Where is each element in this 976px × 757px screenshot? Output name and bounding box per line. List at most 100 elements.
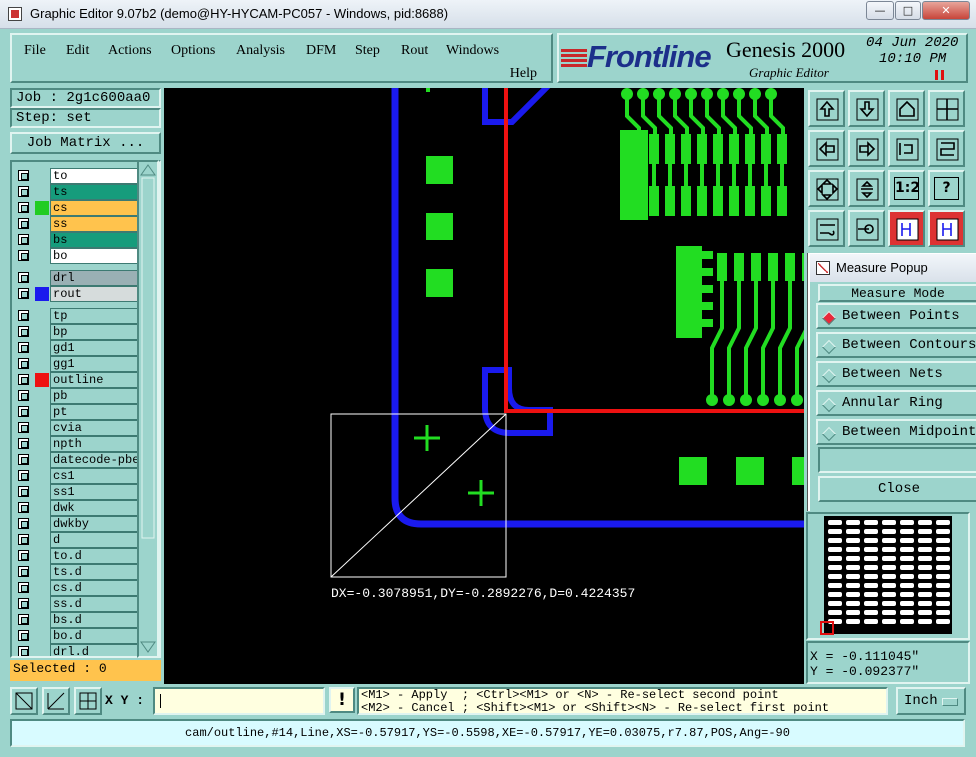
layer-row[interactable]: pt (16, 404, 143, 420)
home-icon[interactable] (888, 90, 925, 127)
layer-row[interactable]: dwkby (16, 516, 143, 532)
zoom-in-icon[interactable] (808, 90, 845, 127)
layer-checkbox[interactable] (18, 374, 29, 385)
layer-checkbox[interactable] (18, 234, 29, 245)
menu-rout[interactable]: Rout (401, 43, 428, 59)
probe-icon[interactable] (848, 210, 885, 247)
layer-row[interactable]: gg1 (16, 356, 143, 372)
layer-color-swatch[interactable] (35, 325, 49, 339)
zoom-center-icon[interactable] (848, 170, 885, 207)
layer-checkbox[interactable] (18, 250, 29, 261)
layer-row[interactable]: cs1 (16, 468, 143, 484)
job-matrix-button[interactable]: Job Matrix ... (10, 132, 161, 154)
select-area-icon[interactable] (10, 687, 38, 715)
layer-checkbox[interactable] (18, 630, 29, 641)
layer-row[interactable]: cvia (16, 420, 143, 436)
layer-checkbox[interactable] (18, 438, 29, 449)
layer-checkbox[interactable] (18, 358, 29, 369)
layer-checkbox[interactable] (18, 550, 29, 561)
minimize-button[interactable]: — (866, 1, 894, 20)
layer-row[interactable]: ss (16, 216, 143, 232)
layer-checkbox[interactable] (18, 310, 29, 321)
menu-step[interactable]: Step (355, 43, 380, 59)
layer-row[interactable]: cs (16, 200, 143, 216)
layer-checkbox[interactable] (18, 566, 29, 577)
flip-icon[interactable] (888, 130, 925, 167)
layer-color-swatch[interactable] (35, 287, 49, 301)
measure-popup-titlebar[interactable]: Measure Popup (810, 254, 976, 282)
layer-row[interactable]: ts (16, 184, 143, 200)
layer-row[interactable]: datecode-pbe (16, 452, 143, 468)
measure-option[interactable]: Annular Ring (816, 390, 976, 416)
layer-checkbox[interactable] (18, 486, 29, 497)
layer-checkbox[interactable] (18, 598, 29, 609)
menu-edit[interactable]: Edit (66, 43, 89, 59)
net-icon-1[interactable] (888, 210, 925, 247)
layer-color-swatch[interactable] (35, 233, 49, 247)
layer-row[interactable]: pb (16, 388, 143, 404)
menu-actions[interactable]: Actions (108, 43, 152, 59)
xy-input[interactable] (153, 687, 325, 715)
measure-option[interactable]: Between Midpoints (816, 419, 976, 445)
layer-row[interactable]: dwk (16, 500, 143, 516)
layer-color-swatch[interactable] (35, 629, 49, 643)
layer-checkbox[interactable] (18, 454, 29, 465)
layer-row[interactable]: bp (16, 324, 143, 340)
measure-option[interactable]: Between Nets (816, 361, 976, 387)
layer-list-scrollbar[interactable] (137, 160, 159, 658)
measure-close-button[interactable]: Close (818, 476, 976, 502)
layer-row[interactable]: npth (16, 436, 143, 452)
menu-windows[interactable]: Windows (446, 43, 499, 59)
snap-icon[interactable] (928, 130, 965, 167)
layer-color-swatch[interactable] (35, 469, 49, 483)
layer-row[interactable]: drl.d (16, 644, 143, 656)
layer-color-swatch[interactable] (35, 421, 49, 435)
zoom-fit-icon[interactable] (808, 170, 845, 207)
layer-row[interactable]: drl (16, 270, 143, 286)
measure-option[interactable]: Between Contours (816, 332, 976, 358)
layer-checkbox[interactable] (18, 342, 29, 353)
zoom-out-icon[interactable] (848, 90, 885, 127)
layer-checkbox[interactable] (18, 646, 29, 656)
layer-row[interactable]: gd1 (16, 340, 143, 356)
layer-row[interactable]: cs.d (16, 580, 143, 596)
layer-color-swatch[interactable] (35, 169, 49, 183)
scale-1-2-icon[interactable]: 1:2 (888, 170, 925, 207)
menu-dfm[interactable]: DFM (306, 43, 336, 59)
layer-color-swatch[interactable] (35, 581, 49, 595)
layer-row[interactable]: ss.d (16, 596, 143, 612)
menu-file[interactable]: File (24, 43, 46, 59)
layer-color-swatch[interactable] (35, 185, 49, 199)
layer-color-swatch[interactable] (35, 357, 49, 371)
layer-color-swatch[interactable] (35, 201, 49, 215)
close-window-button[interactable]: ✕ (922, 1, 970, 20)
layer-row[interactable]: bo (16, 248, 143, 264)
layer-row[interactable]: outline (16, 372, 143, 388)
layer-color-swatch[interactable] (35, 533, 49, 547)
layer-color-swatch[interactable] (35, 373, 49, 387)
layer-color-swatch[interactable] (35, 453, 49, 467)
layer-row[interactable]: to (16, 168, 143, 184)
layer-color-swatch[interactable] (35, 389, 49, 403)
layer-checkbox[interactable] (18, 186, 29, 197)
layer-color-swatch[interactable] (35, 565, 49, 579)
layer-checkbox[interactable] (18, 534, 29, 545)
menu-help[interactable]: Help (510, 66, 537, 82)
layer-checkbox[interactable] (18, 272, 29, 283)
layer-checkbox[interactable] (18, 406, 29, 417)
help-icon[interactable]: ? (928, 170, 965, 207)
layer-row[interactable]: to.d (16, 548, 143, 564)
layer-checkbox[interactable] (18, 582, 29, 593)
layer-color-swatch[interactable] (35, 437, 49, 451)
pan-left-icon[interactable] (808, 130, 845, 167)
layer-color-swatch[interactable] (35, 249, 49, 263)
layer-checkbox[interactable] (18, 422, 29, 433)
layer-color-swatch[interactable] (35, 597, 49, 611)
layer-checkbox[interactable] (18, 502, 29, 513)
layer-color-swatch[interactable] (35, 517, 49, 531)
layer-checkbox[interactable] (18, 170, 29, 181)
layer-color-swatch[interactable] (35, 309, 49, 323)
warning-button[interactable]: ! (329, 687, 355, 713)
layer-row[interactable]: d (16, 532, 143, 548)
layer-row[interactable]: bo.d (16, 628, 143, 644)
